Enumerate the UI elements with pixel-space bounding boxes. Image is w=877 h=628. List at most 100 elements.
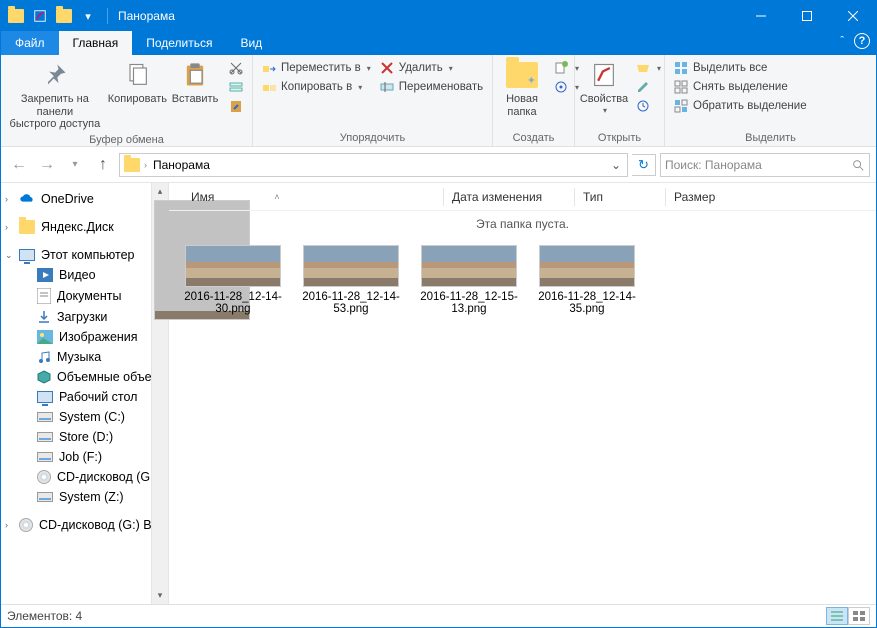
back-button[interactable]: ← xyxy=(7,153,31,177)
items-view[interactable]: 2016-11-28_12-14-30.png 2016-11-28_12-14… xyxy=(169,237,876,323)
open-button[interactable]: ▾ xyxy=(631,59,665,77)
pictures-icon xyxy=(37,330,53,344)
tab-file[interactable]: Файл xyxy=(1,31,59,55)
file-thumbnail xyxy=(421,245,517,287)
rename-button[interactable]: Переименовать xyxy=(375,78,488,96)
help-icon[interactable]: ? xyxy=(854,33,870,49)
desktop-icon xyxy=(37,391,53,403)
nav-drive-c[interactable]: System (C:) xyxy=(1,407,168,427)
nav-desktop[interactable]: Рабочий стол xyxy=(1,387,168,407)
qat-dropdown-icon[interactable]: ▾ xyxy=(77,5,99,27)
file-item[interactable]: 2016-11-28_12-14-30.png xyxy=(183,245,283,315)
nav-cd-g[interactable]: CD-дисковод (G:) xyxy=(1,467,168,487)
file-name: 2016-11-28_12-14-35.png xyxy=(537,291,637,315)
view-switcher xyxy=(826,607,870,625)
nav-yandex-disk[interactable]: ›Яндекс.Диск xyxy=(1,217,168,237)
forward-button[interactable]: → xyxy=(35,153,59,177)
nav-drive-f[interactable]: Job (F:) xyxy=(1,447,168,467)
new-folder-icon xyxy=(506,59,538,91)
file-item[interactable]: 2016-11-28_12-14-53.png xyxy=(301,245,401,315)
column-size[interactable]: Размер xyxy=(666,190,746,204)
copy-button[interactable]: Копировать xyxy=(107,57,168,108)
up-button[interactable]: ↑ xyxy=(91,153,115,177)
drive-icon xyxy=(37,492,53,502)
nav-3d-objects[interactable]: Объемные объек xyxy=(1,367,168,387)
qat-new-folder-icon[interactable] xyxy=(53,5,75,27)
paste-button[interactable]: Вставить xyxy=(170,57,220,108)
nav-scrollbar[interactable]: ▴ ▾ xyxy=(151,183,168,604)
nav-videos[interactable]: Видео xyxy=(1,265,168,285)
search-placeholder: Поиск: Панорама xyxy=(665,158,762,172)
scroll-down-icon[interactable]: ▾ xyxy=(152,587,168,604)
history-button[interactable] xyxy=(631,97,665,115)
nav-downloads[interactable]: Загрузки xyxy=(1,307,168,327)
nav-drive-d[interactable]: Store (D:) xyxy=(1,427,168,447)
select-all-button[interactable]: Выделить все xyxy=(669,59,811,77)
properties-button[interactable]: Свойства ▾ xyxy=(579,57,629,117)
search-icon xyxy=(851,158,865,172)
paste-shortcut-button[interactable] xyxy=(224,97,248,115)
disc-icon xyxy=(37,470,51,484)
document-icon xyxy=(37,288,51,304)
select-none-button[interactable]: Снять выделение xyxy=(669,78,811,96)
details-view-button[interactable] xyxy=(826,607,848,625)
nav-music[interactable]: Музыка xyxy=(1,347,168,367)
app-icon[interactable] xyxy=(5,5,27,27)
video-icon xyxy=(37,268,53,282)
address-folder-icon xyxy=(124,158,140,172)
empty-folder-message: Эта папка пуста. xyxy=(169,211,876,237)
pin-quick-access-button[interactable]: Закрепить на панели быстрого доступа xyxy=(5,57,105,133)
sort-indicator-icon: ˄ xyxy=(274,192,279,202)
drive-icon xyxy=(37,432,53,442)
cut-button[interactable] xyxy=(224,59,248,77)
open-icon xyxy=(635,60,651,76)
copy-path-button[interactable] xyxy=(224,78,248,96)
edit-button[interactable] xyxy=(631,78,665,96)
column-date[interactable]: Дата изменения xyxy=(444,190,574,204)
select-all-icon xyxy=(673,60,689,76)
item-count-label: Элементов: 4 xyxy=(7,609,82,623)
nav-documents[interactable]: Документы xyxy=(1,285,168,307)
address-bar-row: ← → ▾ ↑ › Панорама ⌄ ↻ Поиск: Панорама xyxy=(1,147,876,183)
column-name[interactable]: Имя˄ xyxy=(183,190,443,204)
copy-to-button[interactable]: Копировать в▾ xyxy=(257,78,375,96)
move-to-icon xyxy=(261,60,277,76)
search-input[interactable]: Поиск: Панорама xyxy=(660,153,870,177)
nav-onedrive[interactable]: ›OneDrive xyxy=(1,189,168,209)
new-folder-button[interactable]: Новая папка xyxy=(497,57,547,120)
cube-icon xyxy=(37,370,51,384)
invert-selection-button[interactable]: Обратить выделение xyxy=(669,97,811,115)
address-bar[interactable]: › Панорама ⌄ xyxy=(119,153,628,177)
tab-home[interactable]: Главная xyxy=(59,31,133,55)
file-name: 2016-11-28_12-14-53.png xyxy=(301,291,401,315)
title-bar: ▾ Панорама xyxy=(1,1,876,31)
nav-drive-z[interactable]: System (Z:) xyxy=(1,487,168,507)
window-title: Панорама xyxy=(112,9,738,23)
quick-access-toolbar: ▾ xyxy=(1,5,103,27)
nav-cd-g-2[interactable]: ›CD-дисковод (G:) B xyxy=(1,515,168,535)
column-type[interactable]: Тип xyxy=(575,190,665,204)
tab-view[interactable]: Вид xyxy=(226,31,276,55)
refresh-button[interactable]: ↻ xyxy=(632,154,656,176)
nav-pictures[interactable]: Изображения xyxy=(1,327,168,347)
delete-button[interactable]: Удалить▾ xyxy=(375,59,488,77)
recent-dropdown[interactable]: ▾ xyxy=(63,153,87,177)
rename-icon xyxy=(379,79,395,95)
music-icon xyxy=(37,350,51,364)
content-pane: Имя˄ Дата изменения Тип Размер Эта папка… xyxy=(169,183,876,604)
qat-properties-icon[interactable] xyxy=(29,5,51,27)
move-to-button[interactable]: Переместить в▾ xyxy=(257,59,375,77)
tab-share[interactable]: Поделиться xyxy=(132,31,226,55)
delete-icon xyxy=(379,60,395,76)
ribbon-collapse-icon[interactable]: ˆ xyxy=(834,33,850,49)
nav-this-pc[interactable]: ⌄Этот компьютер xyxy=(1,245,168,265)
file-item[interactable]: 2016-11-28_12-14-35.png xyxy=(537,245,637,315)
file-item[interactable]: 2016-11-28_12-15-13.png xyxy=(419,245,519,315)
minimize-button[interactable] xyxy=(738,1,784,31)
icons-view-button[interactable] xyxy=(848,607,870,625)
breadcrumb[interactable]: Панорама xyxy=(153,158,210,172)
close-button[interactable] xyxy=(830,1,876,31)
maximize-button[interactable] xyxy=(784,1,830,31)
scroll-up-icon[interactable]: ▴ xyxy=(152,183,168,200)
address-dropdown-icon[interactable]: ⌄ xyxy=(607,158,625,172)
